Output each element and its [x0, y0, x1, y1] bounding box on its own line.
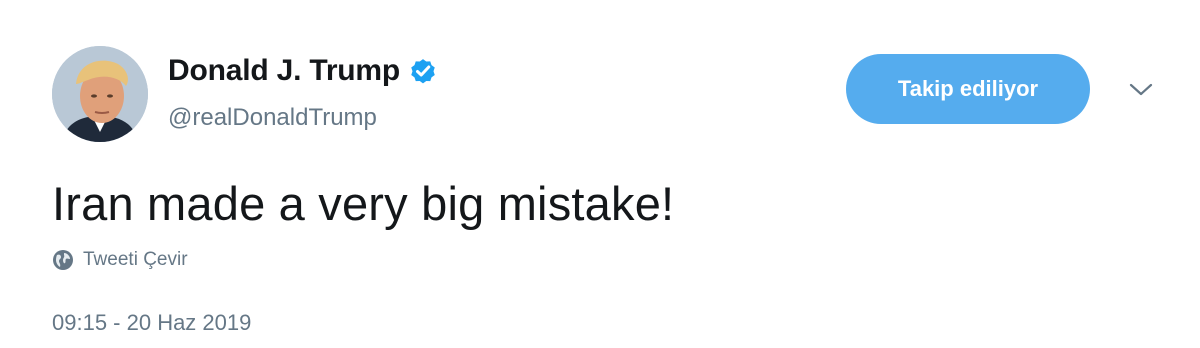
- author-name-row: Donald J. Trump: [168, 54, 438, 88]
- avatar[interactable]: [52, 46, 148, 142]
- author-display-name[interactable]: Donald J. Trump: [168, 54, 400, 88]
- following-button[interactable]: Takip ediliyor: [846, 54, 1090, 124]
- tweet-text: Iran made a very big mistake!: [52, 177, 675, 230]
- chevron-down-icon[interactable]: [1126, 80, 1156, 100]
- tweet-timestamp[interactable]: 09:15 - 20 Haz 2019: [52, 310, 251, 336]
- translate-tweet-link[interactable]: Tweeti Çevir: [52, 249, 188, 271]
- tweet-card: Donald J. Trump @realDonaldTrump Takip e…: [0, 0, 1200, 348]
- translate-tweet-label: Tweeti Çevir: [83, 249, 188, 270]
- verified-badge-icon: [408, 56, 438, 86]
- author-handle[interactable]: @realDonaldTrump: [168, 104, 377, 132]
- globe-icon: [52, 249, 74, 271]
